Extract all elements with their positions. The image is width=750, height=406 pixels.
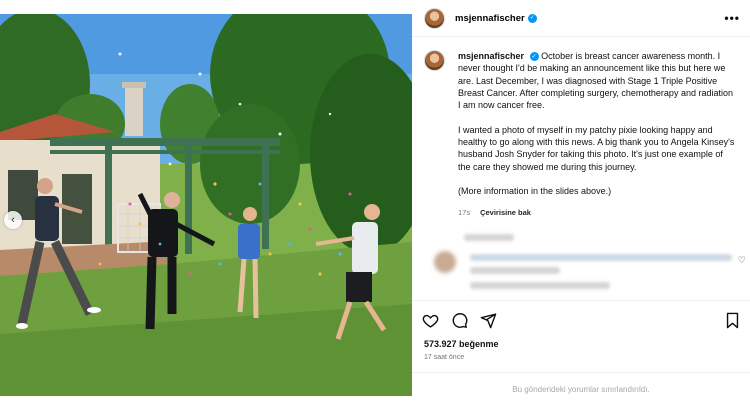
caption-paragraph-3: (More information in the slides above.) <box>458 186 612 197</box>
author-username[interactable]: msjennafischer <box>455 13 525 24</box>
comment-icon[interactable] <box>451 312 468 329</box>
photo-illustration <box>0 14 412 396</box>
share-icon[interactable] <box>480 312 497 329</box>
post-photo: ‹ <box>0 14 412 396</box>
caption: msjennafischer ✓ October is breast cance… <box>458 50 735 219</box>
caption-avatar[interactable] <box>424 50 445 71</box>
heart-icon[interactable] <box>422 312 439 329</box>
like-count[interactable]: 573.927 beğenme <box>424 339 499 349</box>
more-options-icon[interactable]: ••• <box>724 11 740 25</box>
post-header: msjennafischer ✓ ••• <box>412 0 750 37</box>
caption-block: msjennafischer ✓ October is breast cance… <box>412 37 750 219</box>
comment-avatar <box>434 251 456 273</box>
caption-paragraph-1: msjennafischer ✓ October is breast cance… <box>458 50 735 111</box>
bookmark-icon[interactable] <box>725 312 740 329</box>
action-bar <box>412 300 750 340</box>
comment-like-icon[interactable]: ♡ <box>738 255 746 266</box>
post-age: 17s <box>458 207 471 217</box>
caption-paragraph-2: I wanted a photo of myself in my patchy … <box>458 124 735 172</box>
blurred-comment: ♡ <box>424 230 750 300</box>
chevron-left-icon[interactable]: ‹ <box>4 211 22 229</box>
post-sidebar: msjennafischer ✓ ••• msjennafischer ✓ Oc… <box>412 0 750 406</box>
comments-limited-notice: Bu gönderideki yorumlar sınırlandırıldı. <box>412 372 750 406</box>
verified-badge-icon: ✓ <box>527 13 537 23</box>
caption-username[interactable]: msjennafischer <box>458 51 524 61</box>
post-timestamp[interactable]: 17 saat önce <box>424 354 464 361</box>
translate-link[interactable]: Çevirisine bak <box>480 207 531 219</box>
avatar[interactable] <box>424 7 445 29</box>
caption-meta: 17s Çevirisine bak <box>458 207 735 219</box>
verified-badge-icon: ✓ <box>529 52 539 62</box>
